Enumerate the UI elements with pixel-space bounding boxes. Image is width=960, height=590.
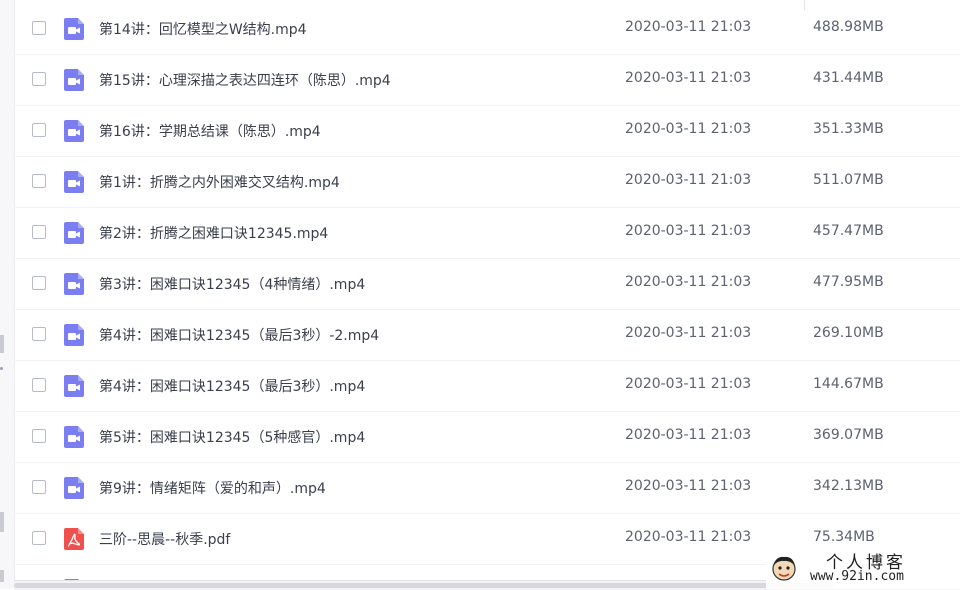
file-size: 511.07MB: [813, 172, 884, 188]
file-size: 144.67MB: [813, 376, 884, 392]
file-row[interactable]: 第4讲：困难口诀12345（最后3秒）-2.mp4 2020-03-11 21:0…: [14, 310, 960, 361]
select-checkbox[interactable]: [32, 276, 46, 290]
file-date: 2020-03-11 21:03: [625, 19, 752, 35]
file-row[interactable]: 第16讲：学期总结课（陈思）.mp4 2020-03-11 21:03 351.33…: [14, 106, 960, 157]
left-panel-edge: [0, 0, 15, 589]
panel-edge-marker: [0, 335, 4, 353]
file-name[interactable]: 第4讲：困难口诀12345（最后3秒）.mp4: [99, 376, 365, 396]
file-date: 2020-03-11 21:03: [625, 274, 752, 290]
video-file-icon: [64, 69, 84, 91]
file-name[interactable]: 第16讲：学期总结课（陈思）.mp4: [99, 121, 321, 141]
file-size: 342.13MB: [813, 478, 884, 494]
file-name[interactable]: 第9讲：情绪矩阵（爱的和声）.mp4: [99, 478, 326, 498]
file-size: 477.95MB: [813, 274, 884, 290]
file-date: 2020-03-11 21:03: [625, 478, 752, 494]
file-size: 75.34MB: [813, 529, 875, 545]
panel-edge-dot: [0, 367, 3, 370]
file-name[interactable]: 三阶--思晨--秋季.pdf: [99, 529, 230, 549]
file-size: 431.44MB: [813, 70, 884, 86]
select-checkbox[interactable]: [32, 531, 46, 545]
file-name[interactable]: 第2讲：折腾之困难口诀12345.mp4: [99, 223, 328, 243]
select-checkbox[interactable]: [32, 72, 46, 86]
pdf-file-icon: [64, 528, 84, 550]
file-date: 2020-03-11 21:03: [625, 70, 752, 86]
file-name[interactable]: 第14讲：回忆模型之W结构.mp4: [99, 19, 307, 39]
select-checkbox[interactable]: [32, 429, 46, 443]
cartoon-face-icon: [772, 556, 796, 581]
file-row[interactable]: 第9讲：情绪矩阵（爱的和声）.mp4 2020-03-11 21:03 342.13…: [14, 463, 960, 514]
video-file-icon: [64, 18, 84, 40]
file-size: 369.07MB: [813, 427, 884, 443]
file-row[interactable]: 第15讲：心理深描之表达四连环（陈思）.mp4 2020-03-11 21:03 4…: [14, 55, 960, 106]
select-checkbox[interactable]: [32, 174, 46, 188]
video-file-icon: [64, 222, 84, 244]
scrollbar-thumb[interactable]: [14, 583, 834, 588]
file-list: 第14讲：回忆模型之W结构.mp4 2020-03-11 21:03 488.98M…: [14, 0, 960, 580]
file-date: 2020-03-11 21:03: [625, 172, 752, 188]
file-name[interactable]: 第4讲：困难口诀12345（最后3秒）-2.mp4: [99, 325, 379, 345]
file-date: 2020-03-11 21:03: [625, 376, 752, 392]
select-checkbox[interactable]: [32, 225, 46, 239]
file-name[interactable]: 第5讲：困难口诀12345（5种感官）.mp4: [99, 427, 365, 447]
select-checkbox[interactable]: [32, 480, 46, 494]
select-checkbox[interactable]: [32, 378, 46, 392]
file-size: 457.47MB: [813, 223, 884, 239]
video-file-icon: [64, 426, 84, 448]
file-row[interactable]: 第3讲：困难口诀12345（4种情绪）.mp4 2020-03-11 21:03 4…: [14, 259, 960, 310]
video-file-icon: [64, 375, 84, 397]
file-date: 2020-03-11 21:03: [625, 427, 752, 443]
file-date: 2020-03-11 21:03: [625, 121, 752, 137]
file-row[interactable]: 第5讲：困难口诀12345（5种感官）.mp4 2020-03-11 21:03 3…: [14, 412, 960, 463]
file-name[interactable]: 第1讲：折腾之内外困难交叉结构.mp4: [99, 172, 340, 192]
file-size: 351.33MB: [813, 121, 884, 137]
file-date: 2020-03-11 21:03: [625, 325, 752, 341]
file-name[interactable]: 第15讲：心理深描之表达四连环（陈思）.mp4: [99, 70, 391, 90]
video-file-icon: [64, 171, 84, 193]
select-checkbox[interactable]: [32, 21, 46, 35]
file-size: 488.98MB: [813, 19, 884, 35]
file-row[interactable]: 第2讲：折腾之困难口诀12345.mp4 2020-03-11 21:03 457.…: [14, 208, 960, 259]
watermark-url: www.92in.com: [810, 569, 904, 584]
video-file-icon: [64, 477, 84, 499]
select-checkbox[interactable]: [32, 123, 46, 137]
file-row[interactable]: 第4讲：困难口诀12345（最后3秒）.mp4 2020-03-11 21:03 1…: [14, 361, 960, 412]
video-file-icon: [64, 273, 84, 295]
file-date: 2020-03-11 21:03: [625, 529, 752, 545]
file-row[interactable]: 第14讲：回忆模型之W结构.mp4 2020-03-11 21:03 488.98M…: [14, 4, 960, 55]
video-file-icon: [64, 120, 84, 142]
watermark: 个人博客 www.92in.com: [766, 546, 960, 589]
file-size: 269.10MB: [813, 325, 884, 341]
file-name[interactable]: 第3讲：困难口诀12345（4种情绪）.mp4: [99, 274, 365, 294]
file-row[interactable]: 第1讲：折腾之内外困难交叉结构.mp4 2020-03-11 21:03 511.0…: [14, 157, 960, 208]
panel-edge-marker: [0, 570, 4, 582]
file-date: 2020-03-11 21:03: [625, 223, 752, 239]
select-checkbox[interactable]: [32, 327, 46, 341]
panel-edge-marker: [0, 512, 4, 532]
video-file-icon: [64, 324, 84, 346]
